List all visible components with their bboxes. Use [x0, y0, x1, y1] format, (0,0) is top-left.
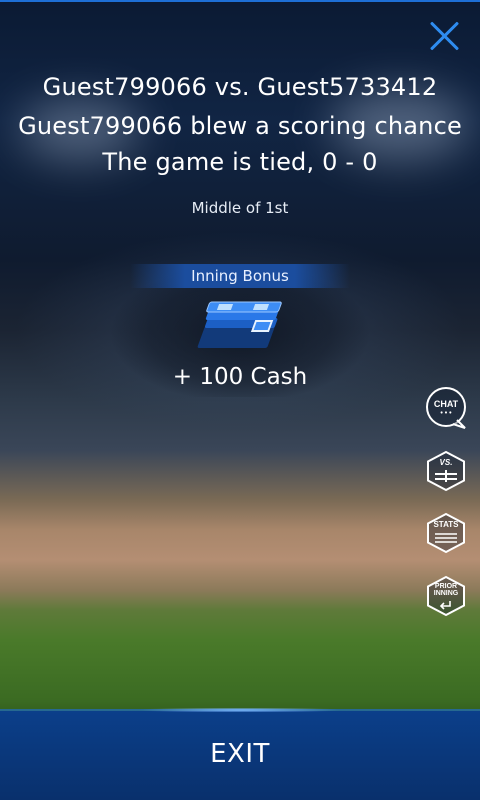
chat-dots: • • •: [440, 410, 452, 417]
prior-inning-button[interactable]: PRIOR INNING: [425, 575, 467, 617]
matchup-text: Guest799066 vs. Guest5733412: [42, 73, 438, 101]
top-accent-line: [0, 0, 480, 2]
versus-label: VS.: [439, 458, 453, 467]
exit-bar-glow: [140, 708, 340, 712]
versus-hexagon-icon: [427, 450, 465, 492]
cash-stack-icon: [197, 301, 282, 348]
exit-button[interactable]: EXIT: [0, 708, 480, 800]
chat-button[interactable]: CHAT • • •: [425, 386, 467, 429]
bonus-title: Inning Bonus: [130, 264, 350, 288]
stats-button[interactable]: STATS: [425, 512, 467, 554]
chat-label: CHAT: [433, 399, 459, 409]
bonus-amount: + 100 Cash: [172, 364, 308, 390]
versus-button[interactable]: VS.: [425, 450, 467, 492]
prior-inning-label-1: PRIOR: [434, 583, 458, 590]
play-result-text: Guest799066 blew a scoring chance: [18, 112, 462, 140]
stats-label: STATS: [433, 520, 459, 529]
exit-label: EXIT: [210, 739, 270, 769]
inning-status: Middle of 1st: [191, 199, 289, 217]
prior-inning-label-2: INNING: [433, 590, 459, 597]
close-icon[interactable]: [424, 16, 464, 56]
score-status-text: The game is tied, 0 - 0: [102, 148, 378, 176]
stats-hexagon-icon: [427, 512, 465, 554]
